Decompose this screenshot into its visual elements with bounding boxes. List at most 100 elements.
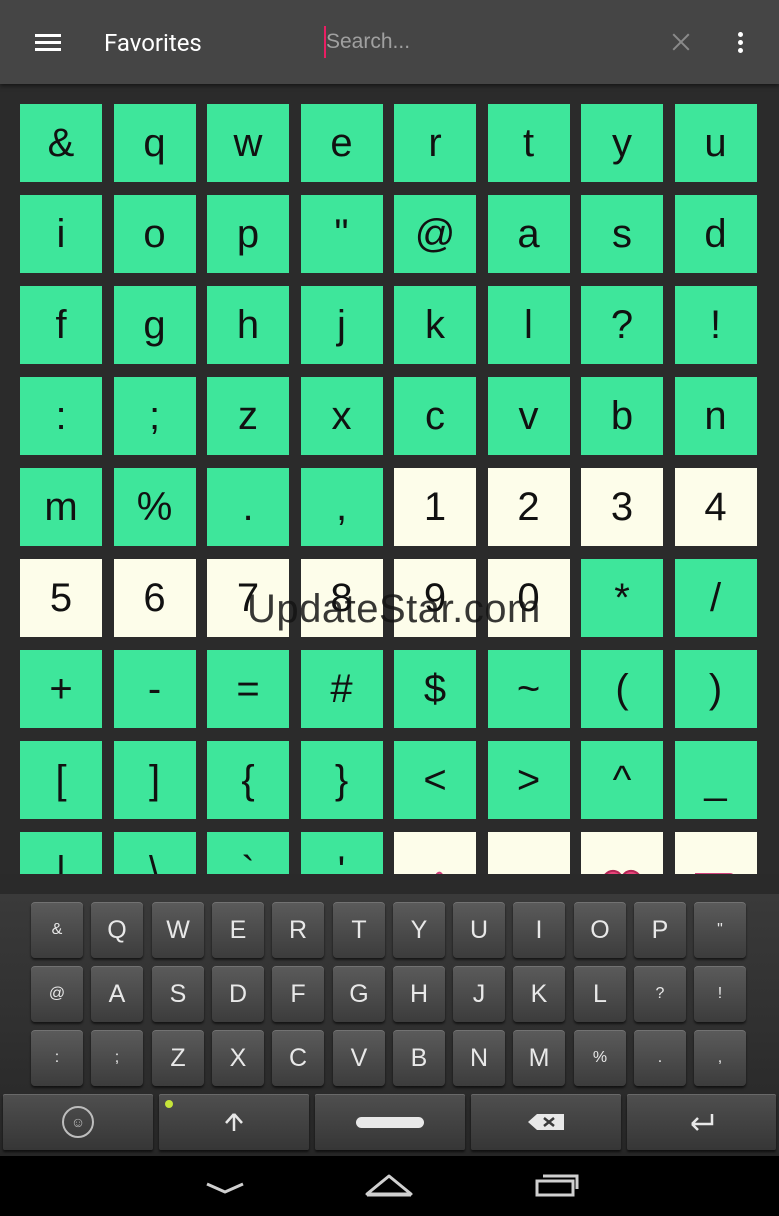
hamburger-menu-icon[interactable] <box>35 34 61 52</box>
key[interactable]: A <box>91 966 143 1022</box>
key[interactable]: Y <box>393 902 445 958</box>
character-cell[interactable]: + <box>20 650 102 728</box>
key[interactable]: @ <box>31 966 83 1022</box>
character-cell[interactable]: = <box>207 650 289 728</box>
back-icon[interactable] <box>195 1168 255 1204</box>
character-cell[interactable]: w <box>207 104 289 182</box>
key[interactable]: . <box>634 1030 686 1086</box>
key[interactable]: : <box>31 1030 83 1086</box>
character-cell[interactable]: ? <box>581 286 663 364</box>
key[interactable]: ; <box>91 1030 143 1086</box>
key[interactable]: M <box>513 1030 565 1086</box>
hundred-points-emoji-icon[interactable]: 100 <box>487 832 570 874</box>
thumbs-up-emoji-icon[interactable] <box>394 832 476 874</box>
character-cell[interactable]: s <box>581 195 663 273</box>
character-cell[interactable]: f <box>20 286 102 364</box>
character-cell[interactable]: ) <box>674 650 757 728</box>
character-cell[interactable]: l <box>487 286 570 364</box>
character-cell[interactable]: _ <box>674 741 757 819</box>
backspace-icon[interactable] <box>471 1094 621 1150</box>
key[interactable]: S <box>152 966 204 1022</box>
character-cell[interactable]: 3 <box>581 468 663 546</box>
character-cell[interactable]: 8 <box>300 559 383 637</box>
character-cell[interactable]: ; <box>113 377 196 455</box>
key[interactable]: " <box>694 902 746 958</box>
key[interactable]: K <box>513 966 565 1022</box>
character-cell[interactable]: 9 <box>394 559 476 637</box>
character-cell[interactable]: ` <box>207 832 289 874</box>
key[interactable]: X <box>212 1030 264 1086</box>
key[interactable]: H <box>393 966 445 1022</box>
character-cell[interactable]: m <box>20 468 102 546</box>
space-bar[interactable] <box>315 1094 465 1150</box>
character-cell[interactable]: . <box>207 468 289 546</box>
key[interactable]: ! <box>694 966 746 1022</box>
character-cell[interactable]: ^ <box>581 741 663 819</box>
character-cell[interactable]: v <box>487 377 570 455</box>
character-cell[interactable]: : <box>20 377 102 455</box>
key[interactable]: O <box>574 902 626 958</box>
key[interactable]: N <box>453 1030 505 1086</box>
character-cell[interactable]: 6 <box>113 559 196 637</box>
character-cell[interactable]: 1 <box>394 468 476 546</box>
character-cell[interactable]: p <box>207 195 289 273</box>
character-cell[interactable]: * <box>581 559 663 637</box>
key[interactable]: C <box>272 1030 324 1086</box>
key[interactable]: E <box>212 902 264 958</box>
key[interactable]: V <box>333 1030 385 1086</box>
key[interactable]: U <box>453 902 505 958</box>
key[interactable]: B <box>393 1030 445 1086</box>
key[interactable]: F <box>272 966 324 1022</box>
key[interactable]: & <box>31 902 83 958</box>
search-box[interactable] <box>322 22 662 62</box>
character-cell[interactable]: ~ <box>487 650 570 728</box>
character-cell[interactable]: & <box>20 104 102 182</box>
search-input[interactable] <box>326 22 656 62</box>
more-vertical-icon[interactable] <box>734 30 746 54</box>
character-cell[interactable]: t <box>487 104 570 182</box>
character-cell[interactable]: g <box>113 286 196 364</box>
character-cell[interactable]: z <box>207 377 289 455</box>
character-cell[interactable]: | <box>20 832 102 874</box>
key[interactable]: D <box>212 966 264 1022</box>
character-cell[interactable]: u <box>674 104 757 182</box>
character-cell[interactable]: ! <box>674 286 757 364</box>
character-cell[interactable]: " <box>300 195 383 273</box>
key[interactable]: G <box>333 966 385 1022</box>
character-cell[interactable]: ( <box>581 650 663 728</box>
character-cell[interactable]: b <box>581 377 663 455</box>
home-icon[interactable] <box>359 1168 419 1204</box>
character-cell[interactable]: < <box>394 741 476 819</box>
character-cell[interactable]: r <box>394 104 476 182</box>
character-cell[interactable]: d <box>674 195 757 273</box>
character-cell[interactable]: 5 <box>20 559 102 637</box>
character-cell[interactable]: y <box>581 104 663 182</box>
character-cell[interactable]: - <box>113 650 196 728</box>
key[interactable]: Z <box>152 1030 204 1086</box>
character-cell[interactable]: x <box>300 377 383 455</box>
character-cell[interactable]: k <box>394 286 476 364</box>
character-cell[interactable]: % <box>113 468 196 546</box>
key[interactable]: P <box>634 902 686 958</box>
heart-emoji-icon[interactable] <box>581 832 663 874</box>
thumbs-down-emoji-icon[interactable] <box>674 832 757 874</box>
key[interactable]: ? <box>634 966 686 1022</box>
character-cell[interactable]: 7 <box>207 559 289 637</box>
character-cell[interactable]: > <box>487 741 570 819</box>
recent-apps-icon[interactable] <box>527 1168 587 1204</box>
character-cell[interactable]: 2 <box>487 468 570 546</box>
enter-icon[interactable] <box>627 1094 776 1150</box>
key[interactable]: R <box>272 902 324 958</box>
character-cell[interactable]: @ <box>394 195 476 273</box>
character-cell[interactable]: e <box>300 104 383 182</box>
key[interactable]: J <box>453 966 505 1022</box>
character-cell[interactable]: q <box>113 104 196 182</box>
character-cell[interactable]: i <box>20 195 102 273</box>
character-cell[interactable]: 4 <box>674 468 757 546</box>
character-cell[interactable]: , <box>300 468 383 546</box>
key[interactable]: % <box>574 1030 626 1086</box>
character-cell[interactable]: n <box>674 377 757 455</box>
key[interactable]: I <box>513 902 565 958</box>
key[interactable]: W <box>152 902 204 958</box>
emoji-keyboard-icon[interactable]: ☺ <box>3 1094 153 1150</box>
